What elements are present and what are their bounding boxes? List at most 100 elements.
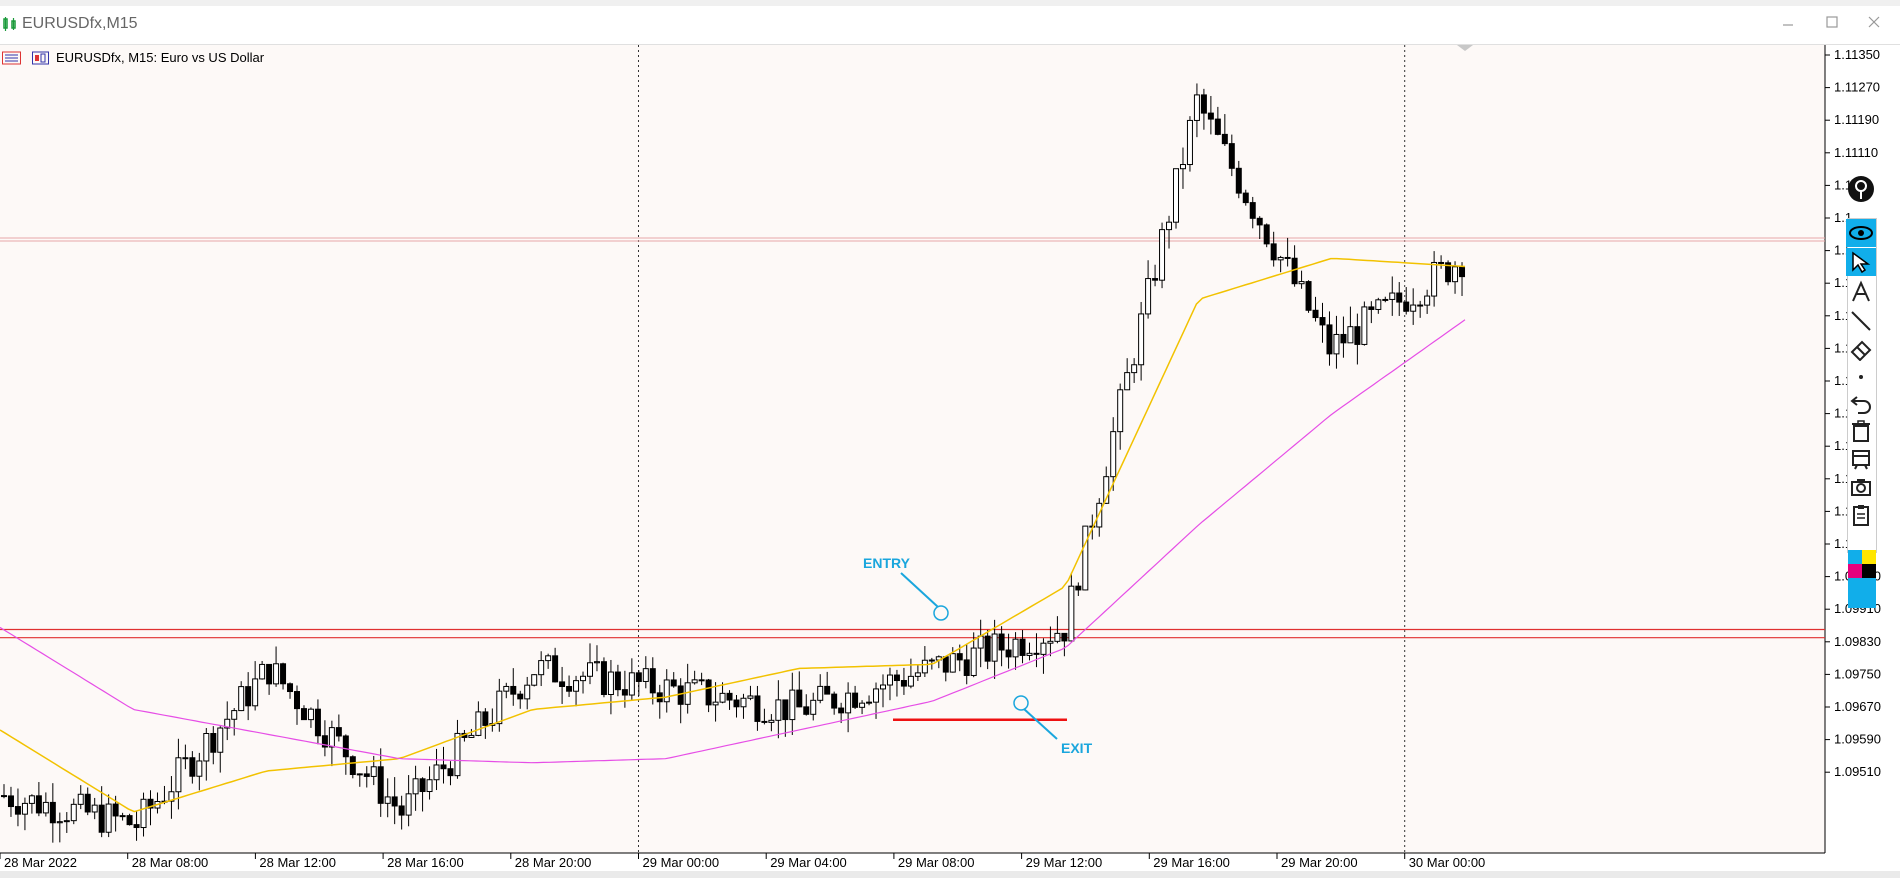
candle-body [747, 695, 754, 699]
time-axis-label: 28 Mar 16:00 [387, 855, 464, 870]
candle-body [873, 688, 880, 703]
candle-body [566, 686, 573, 692]
templates-icon[interactable] [1846, 445, 1876, 473]
candle-body [1459, 266, 1466, 278]
candle-body [991, 633, 998, 662]
undo-icon[interactable] [1846, 389, 1876, 417]
price-axis-label: 1.09510 [1834, 764, 1881, 779]
candle-body [517, 693, 524, 700]
entry-label: ENTRY [863, 555, 911, 571]
minimize-icon[interactable] [1774, 14, 1802, 36]
candle-body [607, 671, 614, 696]
candle-body [280, 663, 287, 685]
trash-icon[interactable] [1846, 417, 1876, 445]
pin-icon[interactable] [1846, 175, 1876, 203]
candle-body [482, 711, 489, 726]
candle-body [217, 727, 224, 753]
color-palette-icon[interactable] [1848, 550, 1876, 608]
price-axis-label: 1.11110 [1834, 145, 1878, 160]
time-axis-label: 28 Mar 2022 [4, 855, 77, 870]
candle-body [900, 680, 907, 687]
chart-area[interactable]: ENTRY EXIT 1.11350 1.11270 1.11190 1.11110 1.… [0, 45, 1900, 871]
candle-body [300, 708, 307, 721]
camera-icon[interactable] [1846, 473, 1876, 501]
candle-body [1005, 649, 1012, 658]
candle-body [133, 824, 140, 829]
candle-body [1389, 292, 1396, 300]
candle-body [1438, 261, 1445, 264]
candle-body [845, 692, 852, 714]
candle-body [984, 635, 991, 662]
candle-body [1173, 168, 1179, 223]
eye-icon[interactable] [1846, 219, 1876, 247]
candle-body [1061, 632, 1068, 642]
price-chart[interactable]: ENTRY EXIT 1.11350 1.11270 1.11190 1.11110 1.… [0, 45, 1900, 871]
candle-body [1424, 295, 1431, 306]
candle-body [573, 680, 580, 692]
candle-body [1312, 309, 1319, 319]
maximize-icon[interactable] [1818, 14, 1846, 36]
candle-body [942, 656, 949, 673]
candle-body [970, 647, 977, 676]
candle-body [1138, 313, 1145, 366]
candle-body [1186, 119, 1193, 166]
candle-body [231, 710, 238, 720]
close-icon[interactable] [1860, 14, 1888, 36]
candle-body [726, 692, 733, 701]
candle-body [314, 708, 321, 737]
time-axis-label: 29 Mar 04:00 [770, 855, 847, 870]
candle-body [294, 691, 300, 710]
candle-body [1431, 261, 1438, 297]
candle-body [831, 693, 838, 709]
candle-body [1117, 389, 1124, 433]
candle-body [196, 760, 203, 777]
time-axis-label: 29 Mar 12:00 [1026, 855, 1103, 870]
candle-body [105, 803, 112, 833]
candle-body [677, 685, 684, 705]
candle-body [1082, 525, 1089, 591]
candle-body [963, 659, 970, 676]
candle-body [866, 701, 873, 704]
candle-body [754, 695, 761, 722]
candle-body [893, 674, 900, 682]
candle-body [886, 674, 893, 686]
clipboard-icon[interactable] [1846, 501, 1876, 529]
candle-body [1221, 133, 1228, 145]
candle-body [719, 692, 726, 703]
candle-body [670, 679, 677, 687]
candle-body [189, 757, 196, 777]
candle-body [880, 684, 886, 690]
candle-body [433, 764, 440, 781]
cursor-icon[interactable] [1846, 248, 1876, 276]
candle-body [1159, 229, 1166, 281]
candle-body [817, 685, 824, 701]
candle-body [1075, 585, 1082, 591]
candle-body [1319, 317, 1326, 326]
candle-body [691, 679, 698, 684]
scroll-marker-icon[interactable] [1457, 45, 1473, 53]
candle-body [77, 793, 84, 805]
candle-body [266, 663, 273, 685]
text-icon[interactable] [1846, 278, 1876, 306]
candle-body [447, 768, 454, 777]
candle-body [349, 756, 356, 775]
dot-icon[interactable] [1846, 363, 1876, 391]
chart-list-icon[interactable] [2, 51, 50, 65]
candle-body [1270, 243, 1277, 261]
candle-body [307, 708, 314, 721]
window-title: EURUSDfx,M15 [22, 15, 138, 32]
candle-body [1026, 652, 1033, 656]
candle-body [475, 711, 482, 736]
candle-body [370, 766, 377, 777]
candle-body [140, 798, 147, 829]
candle-body [70, 803, 77, 822]
eraser-icon[interactable] [1846, 335, 1876, 363]
price-axis-label: 1.11350 [1834, 47, 1880, 62]
candle-body [468, 734, 475, 738]
candle-body [928, 659, 935, 662]
line-icon[interactable] [1846, 307, 1876, 335]
time-axis-label: 29 Mar 16:00 [1153, 855, 1230, 870]
time-axis-label: 29 Mar 08:00 [898, 855, 975, 870]
candle-body [1382, 298, 1389, 301]
candle-body [1152, 278, 1159, 281]
